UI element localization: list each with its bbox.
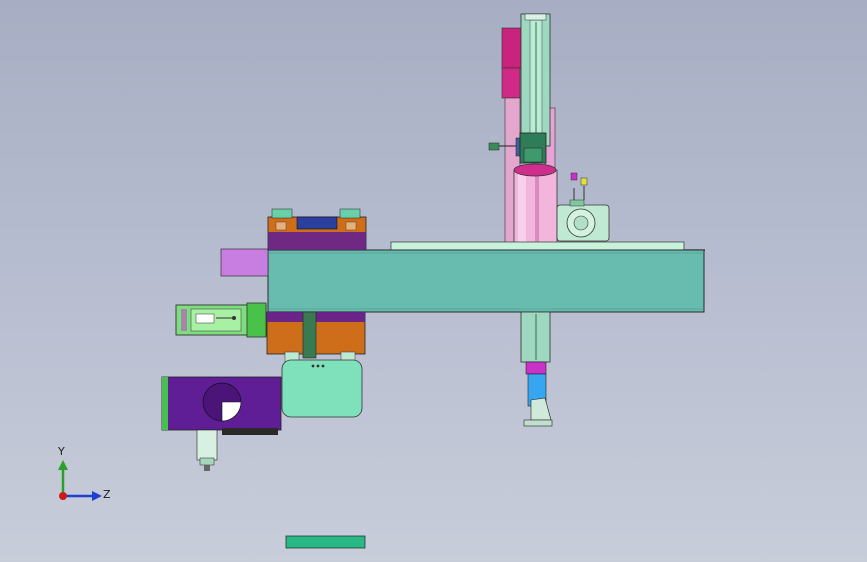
- purple-gearbox: [161, 376, 282, 435]
- coordinate-triad: Y Z: [57, 445, 111, 501]
- vertical-column-lower: [520, 311, 553, 427]
- upper-carriage: [267, 208, 367, 251]
- rotary-motor: [556, 172, 610, 242]
- spindle: [196, 429, 218, 471]
- mint-plate: [281, 359, 363, 418]
- violet-block: [220, 248, 269, 277]
- cad-viewport[interactable]: Y Z: [0, 0, 867, 562]
- lower-carriage: [266, 311, 366, 363]
- pink-cylinder: [513, 163, 558, 245]
- horizontal-beam: [267, 249, 705, 313]
- triad-z-label: Z: [103, 488, 111, 501]
- base-bar: [285, 535, 366, 549]
- triad-y-label: Y: [57, 445, 65, 458]
- servo-motor: [175, 302, 267, 338]
- top-rail-plate: [390, 241, 685, 251]
- column-motor: [519, 132, 547, 164]
